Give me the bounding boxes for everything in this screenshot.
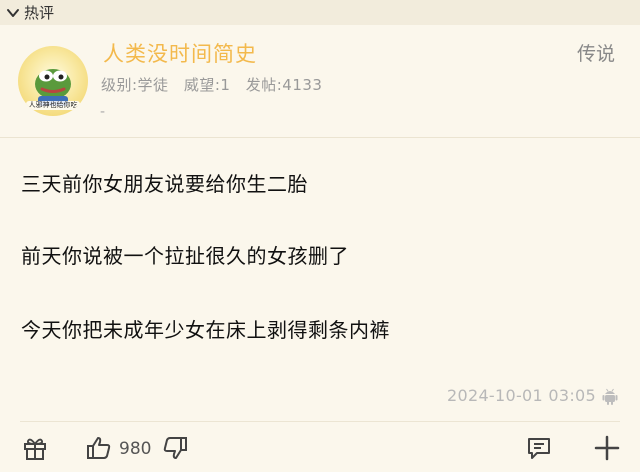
page: 热评 人邪神也给你吃 人类没时间简史 级别:学徒 威望:1 发帖:4133 - … — [0, 0, 640, 472]
username[interactable]: 人类没时间简史 — [103, 38, 257, 68]
like-count: 980 — [119, 439, 152, 459]
post-time: 2024-10-01 03:05 — [447, 386, 596, 405]
chevron-down-icon[interactable] — [6, 6, 20, 20]
legend-badge: 传说 — [576, 43, 615, 65]
user-signature: - — [100, 104, 106, 120]
plus-icon[interactable] — [594, 435, 620, 461]
hot-comments-header[interactable]: 热评 — [0, 0, 640, 25]
post-meta-row: 2024-10-01 03:05 — [447, 386, 618, 405]
prestige-label: 威望:1 — [183, 76, 231, 94]
gift-icon[interactable] — [22, 435, 48, 461]
posts-label: 发帖:4133 — [245, 76, 323, 94]
divider — [0, 137, 640, 138]
thumbs-down-icon[interactable] — [162, 435, 188, 461]
level-label: 级别:学徒 — [101, 76, 169, 94]
action-bar: 980 — [0, 430, 640, 466]
avatar[interactable]: 人邪神也给你吃 — [18, 46, 88, 116]
post-line-3: 今天你把未成年少女在床上剥得剩条内裤 — [21, 318, 390, 342]
user-meta: 级别:学徒 威望:1 发帖:4133 — [101, 74, 332, 95]
thumbs-up-icon[interactable] — [86, 435, 112, 461]
divider — [20, 421, 620, 422]
post-line-1: 三天前你女朋友说要给你生二胎 — [21, 172, 308, 196]
post-line-2: 前天你说被一个拉扯很久的女孩删了 — [21, 244, 349, 268]
avatar-caption: 人邪神也给你吃 — [26, 101, 80, 110]
android-icon — [602, 388, 618, 405]
comment-icon[interactable] — [526, 435, 552, 461]
header-title: 热评 — [24, 4, 55, 22]
